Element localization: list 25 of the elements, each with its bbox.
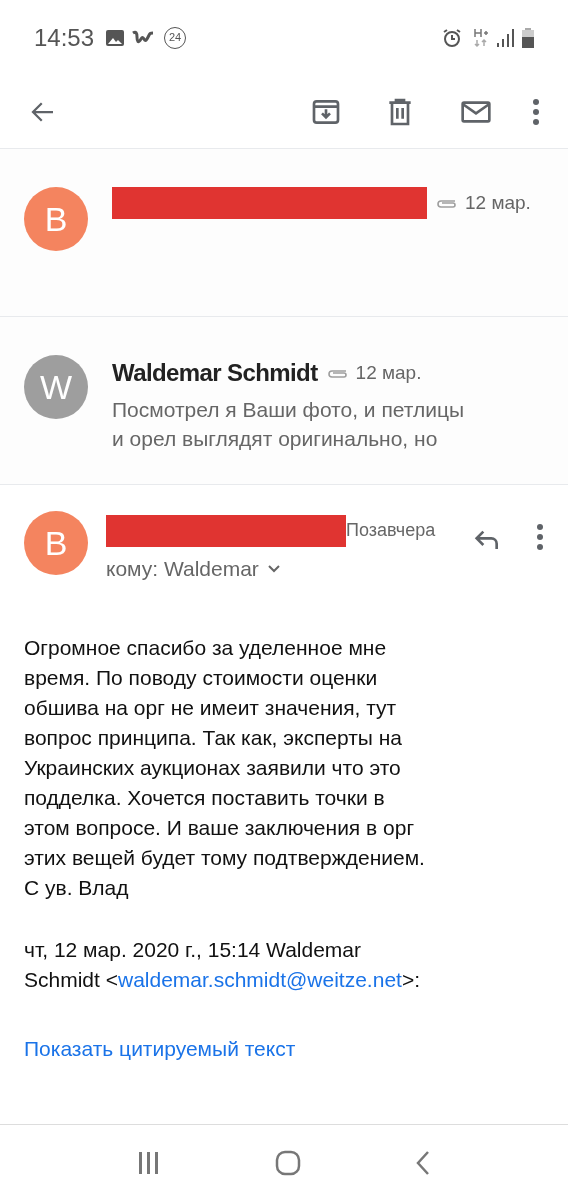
home-button[interactable] — [275, 1149, 301, 1176]
avatar: B — [24, 187, 88, 251]
alarm-icon — [442, 27, 462, 48]
avatar: W — [24, 355, 88, 419]
message-snippet: Посмотрел я Ваши фото, и петлицы и орел выглядят оригинально, но — [112, 397, 465, 452]
image-icon — [106, 29, 125, 46]
more-options-button[interactable] — [536, 523, 544, 551]
more-options-button[interactable] — [532, 97, 540, 126]
message-date: 12 мар. — [355, 360, 422, 385]
avatar: B — [24, 511, 88, 575]
message-date: Позавчера — [346, 519, 436, 542]
mobile-data-icon — [474, 27, 488, 48]
quote-header: чт, 12 мар. 2020 г., 15:14 Waldemar Schmidt <waldemar.schmidt@weitze.net>: — [23, 936, 421, 993]
message-body: Огромное спасибо за уделенное мне время. По поводу стоимости оценки обшива на орг не имеит значения, тут вопрос принципа. Так как, эксперты на Украинских аукционах заявили что это подделка. Хочется поставить точки в этом вопросе. И ваше заключения в орг этих вещей будет тому подтверждением. С ув. Влад — [23, 634, 426, 901]
clock: 14:53 — [34, 22, 95, 53]
message-date: 12 мар. — [465, 190, 531, 215]
chevron-down-icon — [266, 563, 281, 574]
recipient-dropdown[interactable]: кому: Waldemar — [106, 553, 281, 585]
back-nav-button[interactable] — [415, 1149, 431, 1176]
show-quoted-text-link[interactable]: Показать цитируемый текст — [24, 1032, 296, 1064]
battery-icon — [522, 27, 534, 48]
recent-apps-button[interactable] — [137, 1151, 161, 1174]
sender-name: Waldemar Schmidt — [112, 358, 318, 388]
signal-icon — [496, 28, 514, 47]
email-link[interactable]: waldemar.schmidt@weitze.net — [117, 967, 402, 991]
